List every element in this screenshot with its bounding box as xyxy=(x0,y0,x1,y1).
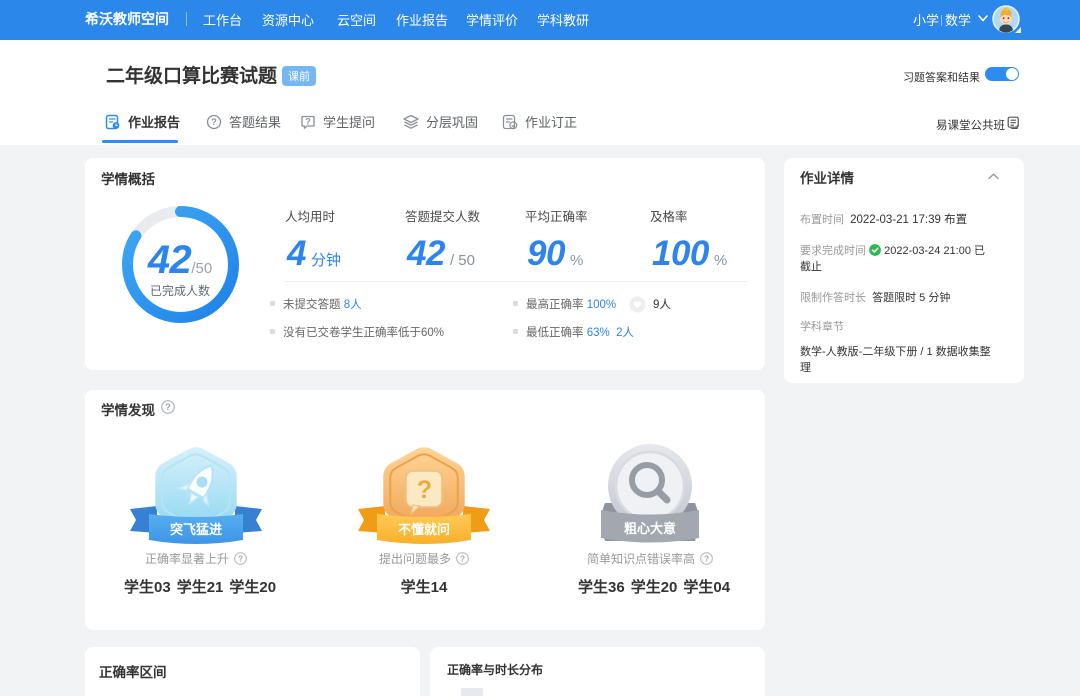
svg-text:?: ? xyxy=(460,553,465,563)
svg-text:突飞猛进: 突飞猛进 xyxy=(170,522,222,537)
svg-text:?: ? xyxy=(165,402,171,412)
svg-text:不懂就问: 不懂就问 xyxy=(398,522,450,537)
svg-text:?: ? xyxy=(238,553,243,563)
svg-text:?: ? xyxy=(211,117,217,127)
svg-text:粗心大意: 粗心大意 xyxy=(624,521,676,536)
svg-text:?: ? xyxy=(305,116,311,126)
svg-text:?: ? xyxy=(704,553,709,563)
svg-text:?: ? xyxy=(417,476,432,504)
